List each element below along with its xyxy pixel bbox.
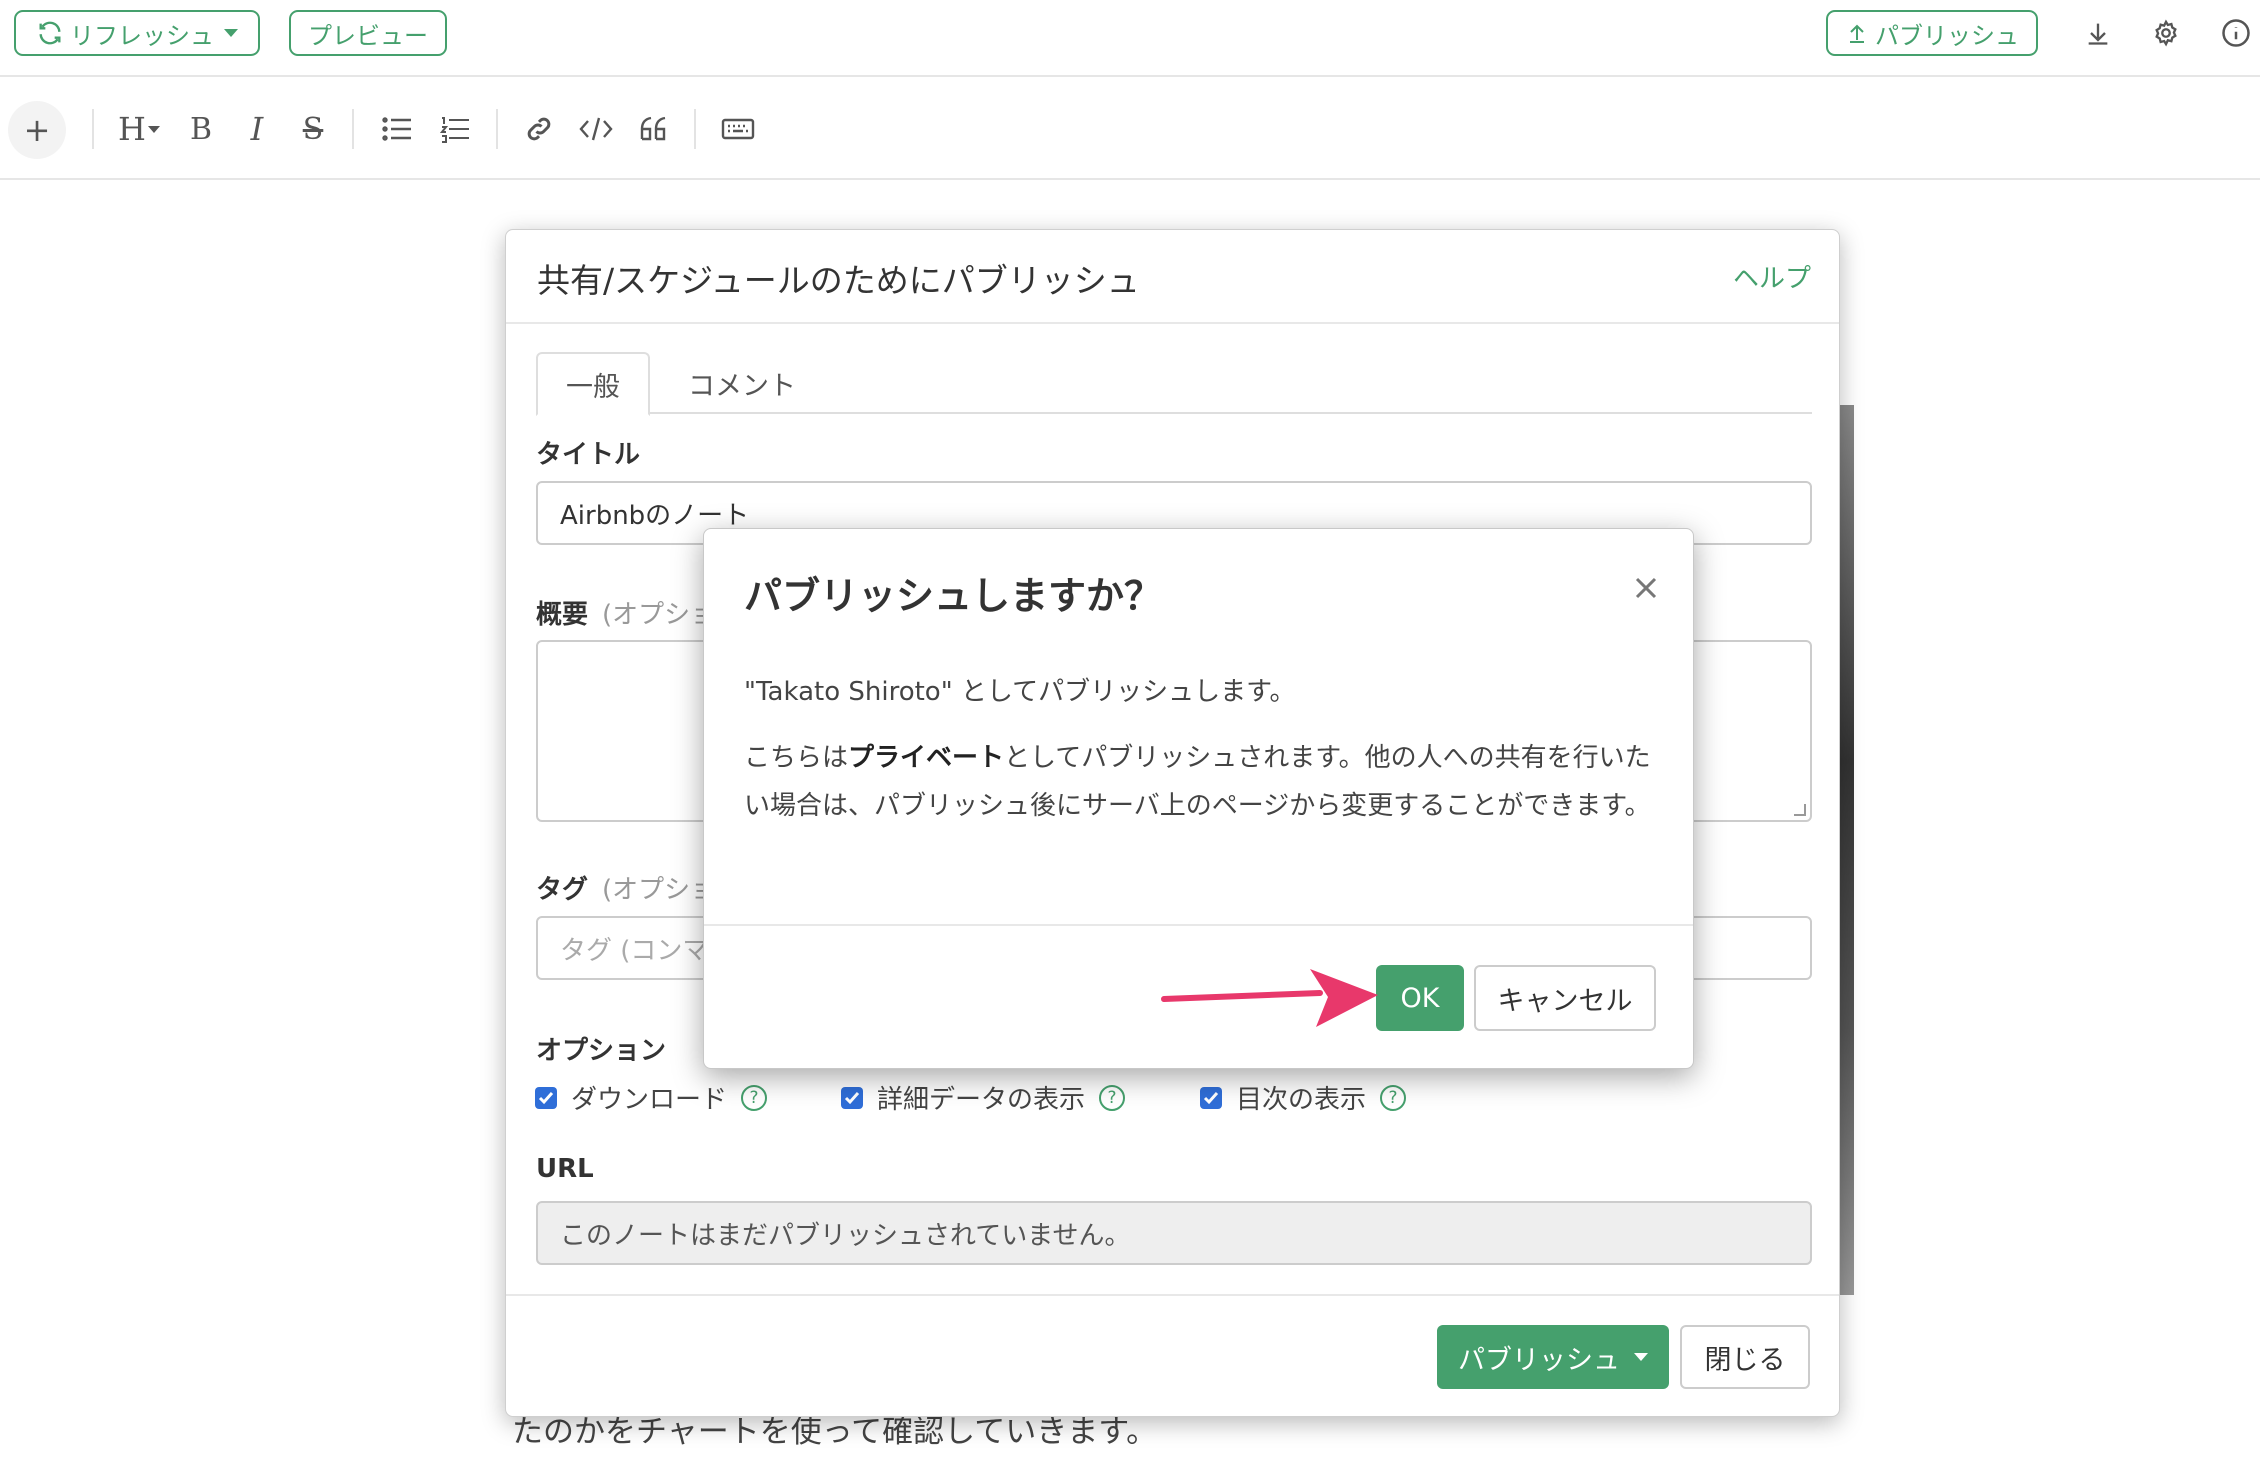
chevron-down-icon (147, 125, 160, 133)
resize-handle-icon[interactable] (1794, 804, 1806, 816)
toolbar-divider (496, 109, 498, 149)
detail-data-option-label: 詳細データの表示 (877, 1085, 1086, 1115)
heading-button[interactable]: H (114, 107, 164, 151)
refresh-label: リフレッシュ (70, 21, 214, 50)
numbered-list-button[interactable] (438, 107, 472, 151)
publish-top-button[interactable]: パブリッシュ (1826, 10, 2038, 56)
summary-label-text: 概要 (536, 600, 589, 630)
title-label: タイトル (536, 440, 641, 470)
download-icon[interactable] (2082, 17, 2114, 49)
quote-button[interactable] (636, 107, 672, 151)
bullet-list-button[interactable] (380, 107, 414, 151)
refresh-icon (36, 19, 64, 47)
upload-icon (1845, 21, 1869, 45)
tag-optional: (オプショ (602, 875, 717, 905)
help-link[interactable]: ヘルプ (1733, 258, 1811, 295)
toolbar-divider (352, 109, 354, 149)
top-bar: リフレッシュ プレビュー パブリッシュ (0, 0, 2260, 77)
italic-icon: I (250, 110, 264, 148)
publish-top-label: パブリッシュ (1875, 21, 2019, 50)
help-circle-icon[interactable]: ? (741, 1084, 768, 1111)
option-toc[interactable]: 目次の表示 ? (1200, 1079, 1407, 1116)
keyboard-button[interactable] (720, 107, 756, 151)
dialog-divider (704, 924, 1693, 926)
link-icon (524, 114, 554, 144)
dialog-publish-as: "Takato Shiroto" としてパブリッシュします。 (744, 677, 1296, 707)
option-detail-data[interactable]: 詳細データの表示 ? (841, 1079, 1126, 1116)
tab-comment[interactable]: コメント (668, 352, 816, 414)
toolbar-divider (694, 109, 696, 149)
add-block-button[interactable]: + (8, 101, 66, 159)
dialog-description-prefix: こちらは (744, 743, 849, 773)
url-label: URL (536, 1154, 594, 1184)
ok-button[interactable]: OK (1376, 965, 1464, 1031)
dialog-description-private: プライベート (848, 743, 1005, 773)
preview-button[interactable]: プレビュー (289, 10, 447, 56)
tab-bar: 一般 コメント (536, 352, 1812, 416)
tag-label: タグ (オプショ (536, 869, 716, 906)
code-button[interactable] (578, 107, 614, 151)
quote-icon (638, 115, 670, 143)
strikethrough-icon: S (302, 111, 324, 147)
close-button[interactable]: 閉じる (1680, 1325, 1810, 1389)
summary-optional: (オプショ (602, 600, 717, 630)
gear-icon[interactable] (2150, 17, 2182, 49)
keyboard-icon (721, 117, 755, 141)
link-button[interactable] (522, 107, 556, 151)
cancel-button[interactable]: キャンセル (1474, 965, 1656, 1031)
preview-label: プレビュー (308, 21, 428, 50)
bold-icon: B (189, 111, 213, 147)
strikethrough-button[interactable]: S (298, 107, 328, 151)
modal-title: 共有/スケジュールのためにパブリッシュ (537, 261, 1140, 300)
download-checkbox[interactable] (535, 1086, 557, 1109)
detail-data-checkbox[interactable] (841, 1086, 863, 1109)
dialog-description: こちらはプライベートとしてパブリッシュされます。他の人への共有を行いたい場合は、… (744, 734, 1664, 830)
summary-label: 概要 (オプショ (536, 594, 716, 631)
tag-label-text: タグ (536, 875, 589, 905)
close-icon[interactable] (1631, 573, 1661, 603)
publish-button[interactable]: パブリッシュ (1437, 1325, 1669, 1389)
numbered-list-icon (439, 115, 471, 143)
background-image (1838, 405, 1854, 1295)
modal-header: 共有/スケジュールのためにパブリッシュ ヘルプ (506, 230, 1839, 324)
annotation-arrow-icon (1161, 969, 1378, 1027)
download-option-label: ダウンロード (571, 1085, 728, 1115)
bullet-list-icon (381, 115, 413, 143)
option-download[interactable]: ダウンロード ? (535, 1079, 768, 1116)
publish-button-label: パブリッシュ (1458, 1344, 1620, 1376)
code-icon (579, 115, 613, 143)
tab-general[interactable]: 一般 (536, 352, 650, 416)
url-field: このノートはまだパブリッシュされていません。 (536, 1201, 1812, 1265)
heading-icon: H (118, 110, 146, 148)
toc-option-label: 目次の表示 (1236, 1085, 1367, 1115)
toc-checkbox[interactable] (1200, 1086, 1222, 1109)
italic-button[interactable]: I (242, 107, 272, 151)
chevron-down-icon (224, 29, 238, 37)
editor-toolbar: + H B I S (0, 79, 2260, 180)
help-circle-icon[interactable]: ? (1380, 1084, 1407, 1111)
options-label: オプション (536, 1036, 667, 1066)
refresh-button[interactable]: リフレッシュ (14, 10, 260, 56)
help-circle-icon[interactable]: ? (1099, 1084, 1126, 1111)
dialog-title: パブリッシュしますか？ (744, 574, 1163, 618)
info-icon[interactable] (2220, 17, 2252, 49)
chevron-down-icon (1634, 1353, 1648, 1361)
bold-button[interactable]: B (186, 107, 216, 151)
toolbar-divider (92, 109, 94, 149)
